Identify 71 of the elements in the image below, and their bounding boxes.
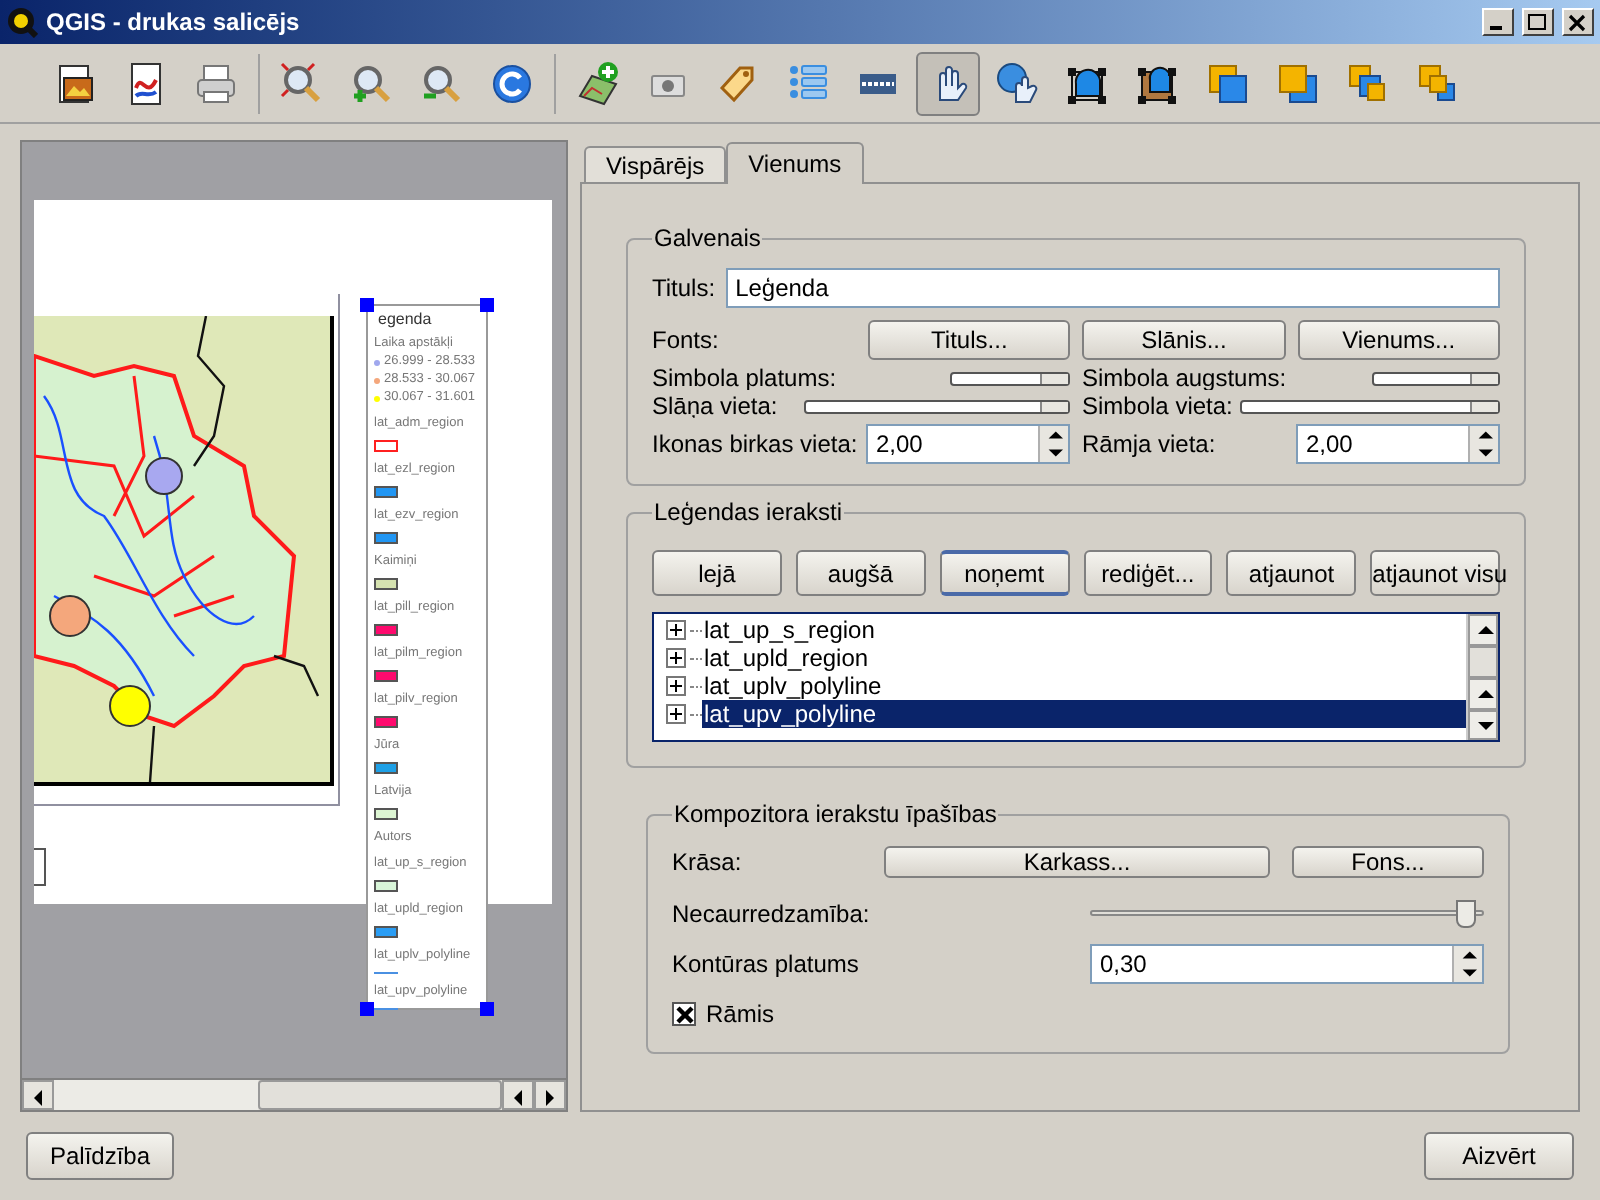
group-title: Galvenais: [652, 222, 763, 256]
spin-down-icon[interactable]: [1474, 444, 1494, 462]
legend-action-button[interactable]: atjaunot: [1226, 550, 1357, 596]
field-label: Rāmja vieta:: [1082, 428, 1216, 462]
minimize-button[interactable]: [1482, 8, 1514, 36]
close-button[interactable]: [1562, 8, 1594, 36]
spin-box[interactable]: 0,30: [1090, 944, 1484, 984]
minimize-icon: [1490, 25, 1502, 29]
font-button[interactable]: Vienums...: [1297, 320, 1500, 360]
color-button[interactable]: Karkass...: [884, 846, 1270, 878]
group-title: Kompozitora ierakstu īpašības: [672, 798, 999, 832]
squeezed-spin-field[interactable]: [950, 371, 1070, 385]
field-label: Ikonas birkas vieta:: [652, 428, 858, 462]
spin-down-icon[interactable]: [1458, 964, 1478, 982]
legend-action-button[interactable]: noņemt: [939, 550, 1069, 596]
field-label: Kontūras platums: [672, 948, 861, 982]
tree-item[interactable]: lat_upv_polyline: [702, 700, 1466, 728]
expand-icon[interactable]: [666, 676, 686, 696]
resize-handle[interactable]: [360, 298, 374, 312]
scroll-right-icon[interactable]: [540, 1085, 560, 1105]
group-title: Leģendas ieraksti: [652, 496, 845, 530]
window-title: QGIS - drukas salicējs: [46, 6, 302, 40]
title-field[interactable]: Leģenda: [725, 268, 1500, 308]
expand-icon[interactable]: [666, 648, 686, 668]
field-label: Tituls:: [652, 272, 716, 306]
maximize-button[interactable]: [1522, 8, 1554, 36]
legend-title: egenda: [376, 310, 434, 330]
squeezed-spin-field[interactable]: [1372, 371, 1500, 385]
close-button[interactable]: Aizvērt: [1424, 1131, 1574, 1179]
tree-item[interactable]: lat_up_s_region: [702, 616, 1466, 644]
spin-up-icon[interactable]: [1044, 426, 1064, 444]
resize-handle[interactable]: [480, 298, 494, 312]
expand-icon[interactable]: [666, 704, 686, 724]
legend-action-button[interactable]: lejā: [652, 550, 782, 596]
tree-item[interactable]: lat_uplv_polyline: [702, 672, 1466, 700]
expand-icon[interactable]: [666, 620, 686, 640]
checkbox-label: Rāmis: [706, 998, 775, 1032]
legend-entry-list[interactable]: lat_up_s_region lat_upld_region lat_uplv_polyline lat_upv_polyline: [652, 612, 1500, 742]
help-button[interactable]: Palīdzība: [26, 1131, 174, 1179]
pointer-hand-icon[interactable]: [916, 51, 980, 115]
spin-down-icon[interactable]: [1044, 444, 1064, 462]
legend-action-button[interactable]: rediģēt...: [1083, 550, 1213, 596]
checkbox[interactable]: [672, 1002, 696, 1026]
maximize-icon: [1528, 13, 1548, 31]
app-logo-icon: [6, 6, 38, 38]
field-label: Simbola vieta:: [1082, 394, 1233, 418]
slider-thumb[interactable]: [1456, 900, 1477, 928]
field-label: Krāsa:: [672, 846, 744, 880]
font-button[interactable]: Slānis...: [1082, 320, 1286, 360]
close-icon: [1568, 13, 1588, 31]
tab[interactable]: Vienums: [726, 142, 864, 184]
squeezed-spin-field[interactable]: [1240, 399, 1500, 413]
legend-action-button[interactable]: augšā: [795, 550, 926, 596]
scrollbar-thumb[interactable]: [1468, 646, 1498, 678]
scroll-up-icon[interactable]: [1473, 684, 1493, 704]
spin-up-icon[interactable]: [1474, 426, 1494, 444]
color-button[interactable]: Fons...: [1292, 846, 1484, 878]
resize-handle[interactable]: [480, 1002, 494, 1016]
scrollbar-thumb[interactable]: [258, 1080, 502, 1110]
font-button[interactable]: Tituls...: [868, 320, 1071, 360]
scroll-up-icon[interactable]: [1473, 620, 1493, 640]
resize-handle[interactable]: [360, 1002, 374, 1016]
field-label: Fonts:: [652, 324, 721, 358]
tree-item[interactable]: lat_upld_region: [702, 644, 1466, 672]
spin-box[interactable]: 2,00: [866, 424, 1070, 464]
spin-box[interactable]: 2,00: [1296, 424, 1500, 464]
spin-up-icon[interactable]: [1458, 946, 1478, 964]
opacity-slider[interactable]: [1090, 900, 1484, 928]
field-label: Necaurredzamība:: [672, 898, 872, 932]
squeezed-spin-field[interactable]: [804, 399, 1070, 413]
tab[interactable]: Vispārējs: [584, 146, 727, 182]
